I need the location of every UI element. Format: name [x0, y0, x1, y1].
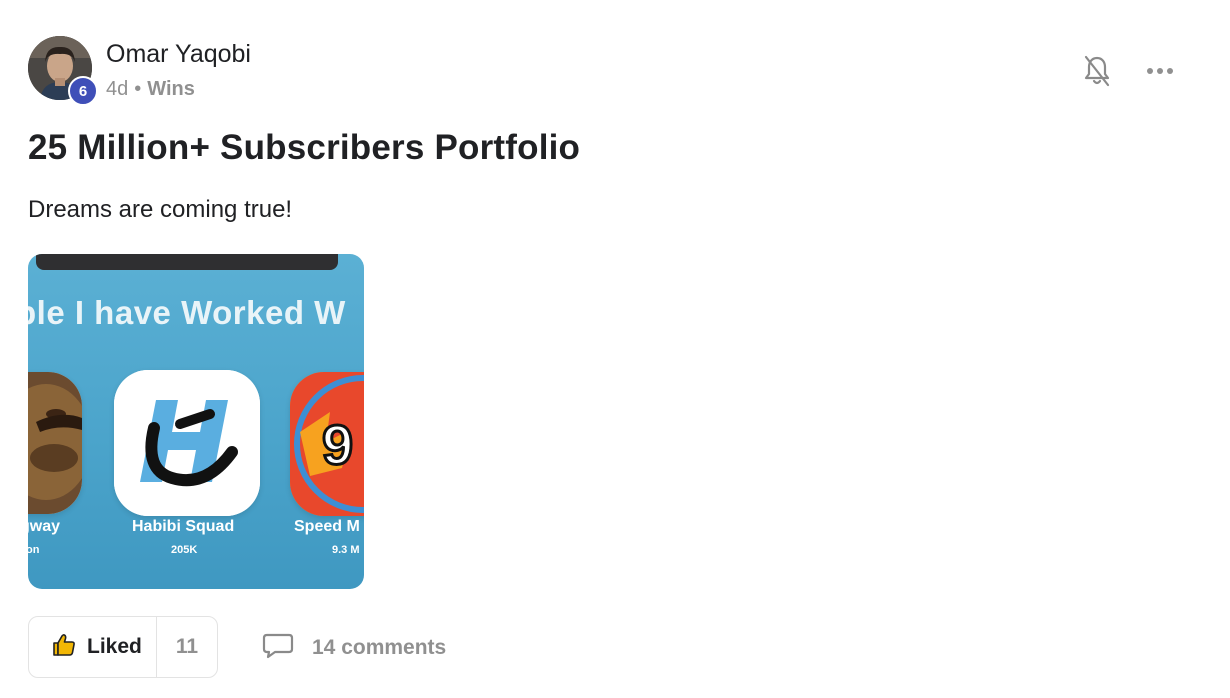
- thumbs-up-icon: [51, 632, 77, 663]
- more-dot: [1157, 68, 1163, 74]
- image-top-bar: [36, 254, 338, 270]
- comments-button[interactable]: 14 comments: [262, 630, 446, 666]
- more-dot: [1147, 68, 1153, 74]
- sloth-avatar-icon: [28, 372, 82, 514]
- habibi-squad-logo-icon: [114, 370, 260, 516]
- like-group: Liked 11: [28, 616, 218, 678]
- meta-separator: •: [134, 78, 142, 100]
- like-label: Liked: [87, 635, 142, 658]
- tile-label: Habibi Squad: [132, 518, 235, 535]
- post-body: Dreams are coming true!: [28, 196, 293, 223]
- like-button[interactable]: Liked: [29, 617, 157, 677]
- post-image[interactable]: ple I have Worked W 9 way on Habibi Squa…: [28, 254, 364, 589]
- post-card: 6 Omar Yaqobi 4d • Wins 25 Million+ Subs…: [0, 0, 1230, 698]
- speed-logo-icon: 9: [290, 372, 364, 516]
- more-dot: [1167, 68, 1173, 74]
- comments-label: 14 comments: [312, 636, 447, 659]
- more-options-icon[interactable]: [1144, 58, 1176, 84]
- post-time[interactable]: 4d: [106, 78, 128, 101]
- post-category[interactable]: Wins: [147, 78, 195, 101]
- author-name[interactable]: Omar Yaqobi: [106, 40, 251, 69]
- comment-icon: [262, 632, 294, 665]
- like-count[interactable]: 11: [157, 617, 217, 677]
- tile-sub: 9.3 M: [332, 544, 360, 556]
- image-heading: ple I have Worked W: [28, 294, 346, 331]
- tile-label: Speed M: [294, 518, 360, 535]
- tile-sub: 205K: [171, 544, 198, 556]
- tile-sub: on: [28, 544, 40, 556]
- svg-text:9: 9: [322, 413, 353, 476]
- author-avatar[interactable]: 6: [28, 36, 98, 106]
- post-meta: 4d • Wins: [106, 78, 195, 101]
- tile-label: gway: [28, 518, 61, 535]
- post-title[interactable]: 25 Million+ Subscribers Portfolio: [28, 128, 580, 168]
- level-badge: 6: [68, 76, 98, 106]
- bell-off-icon[interactable]: [1081, 54, 1113, 88]
